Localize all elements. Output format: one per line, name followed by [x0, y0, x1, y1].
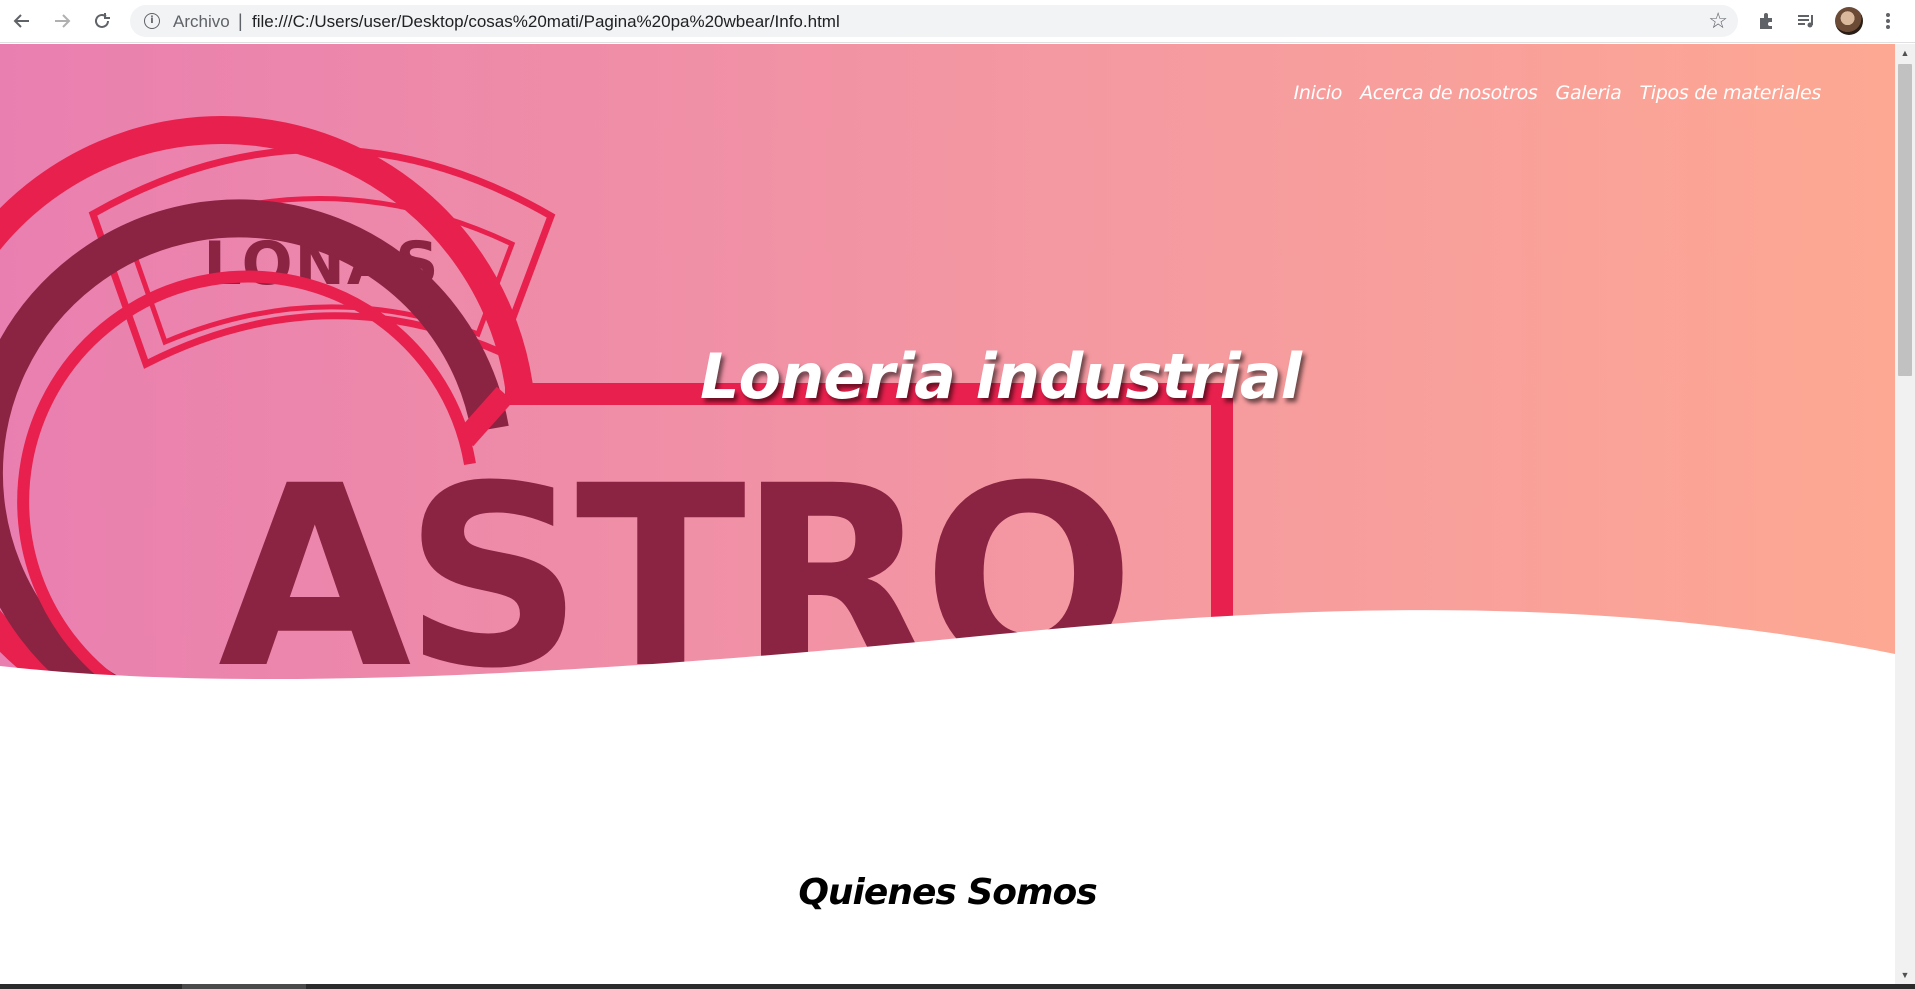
page-viewport: LONAS ASTRO Inicio Acerca de nosotros Ga… [0, 44, 1895, 984]
extensions-icon[interactable] [1752, 7, 1780, 35]
url-separator: | [238, 11, 243, 31]
nav-link-galeria[interactable]: Galeria [1556, 82, 1622, 104]
scroll-up-arrow-icon[interactable]: ▲ [1895, 44, 1915, 62]
back-icon[interactable] [8, 7, 36, 35]
page-scrollbar[interactable]: ▲ ▼ [1895, 44, 1915, 984]
hero-title: Loneria industrial [700, 340, 1302, 413]
forward-icon[interactable] [48, 7, 76, 35]
browser-toolbar: i Archivo | file:///C:/Users/user/Deskto… [0, 0, 1915, 43]
menu-icon[interactable] [1874, 7, 1902, 35]
hero-banner: LONAS ASTRO Inicio Acerca de nosotros Ga… [0, 44, 1895, 684]
star-icon[interactable]: ☆ [1708, 8, 1728, 34]
nav-link-inicio[interactable]: Inicio [1294, 82, 1343, 104]
nav-link-materiales[interactable]: Tipos de materiales [1640, 82, 1822, 104]
info-icon[interactable]: i [144, 13, 160, 29]
nav-link-acerca[interactable]: Acerca de nosotros [1360, 82, 1538, 104]
main-nav: Inicio Acerca de nosotros Galeria Tipos … [1294, 82, 1822, 104]
scrollbar-thumb[interactable] [1898, 64, 1912, 376]
media-icon[interactable] [1792, 7, 1820, 35]
os-taskbar-edge [0, 984, 1915, 989]
scheme-label: Archivo [173, 12, 230, 31]
hero-wave-divider [0, 610, 1895, 684]
address-bar[interactable]: i Archivo | file:///C:/Users/user/Deskto… [130, 5, 1738, 37]
section-title-quienes-somos: Quienes Somos [798, 872, 1097, 913]
profile-avatar[interactable] [1835, 7, 1863, 35]
scroll-down-arrow-icon[interactable]: ▼ [1895, 966, 1915, 984]
url-text[interactable]: file:///C:/Users/user/Desktop/cosas%20ma… [252, 12, 840, 32]
reload-icon[interactable] [88, 7, 116, 35]
